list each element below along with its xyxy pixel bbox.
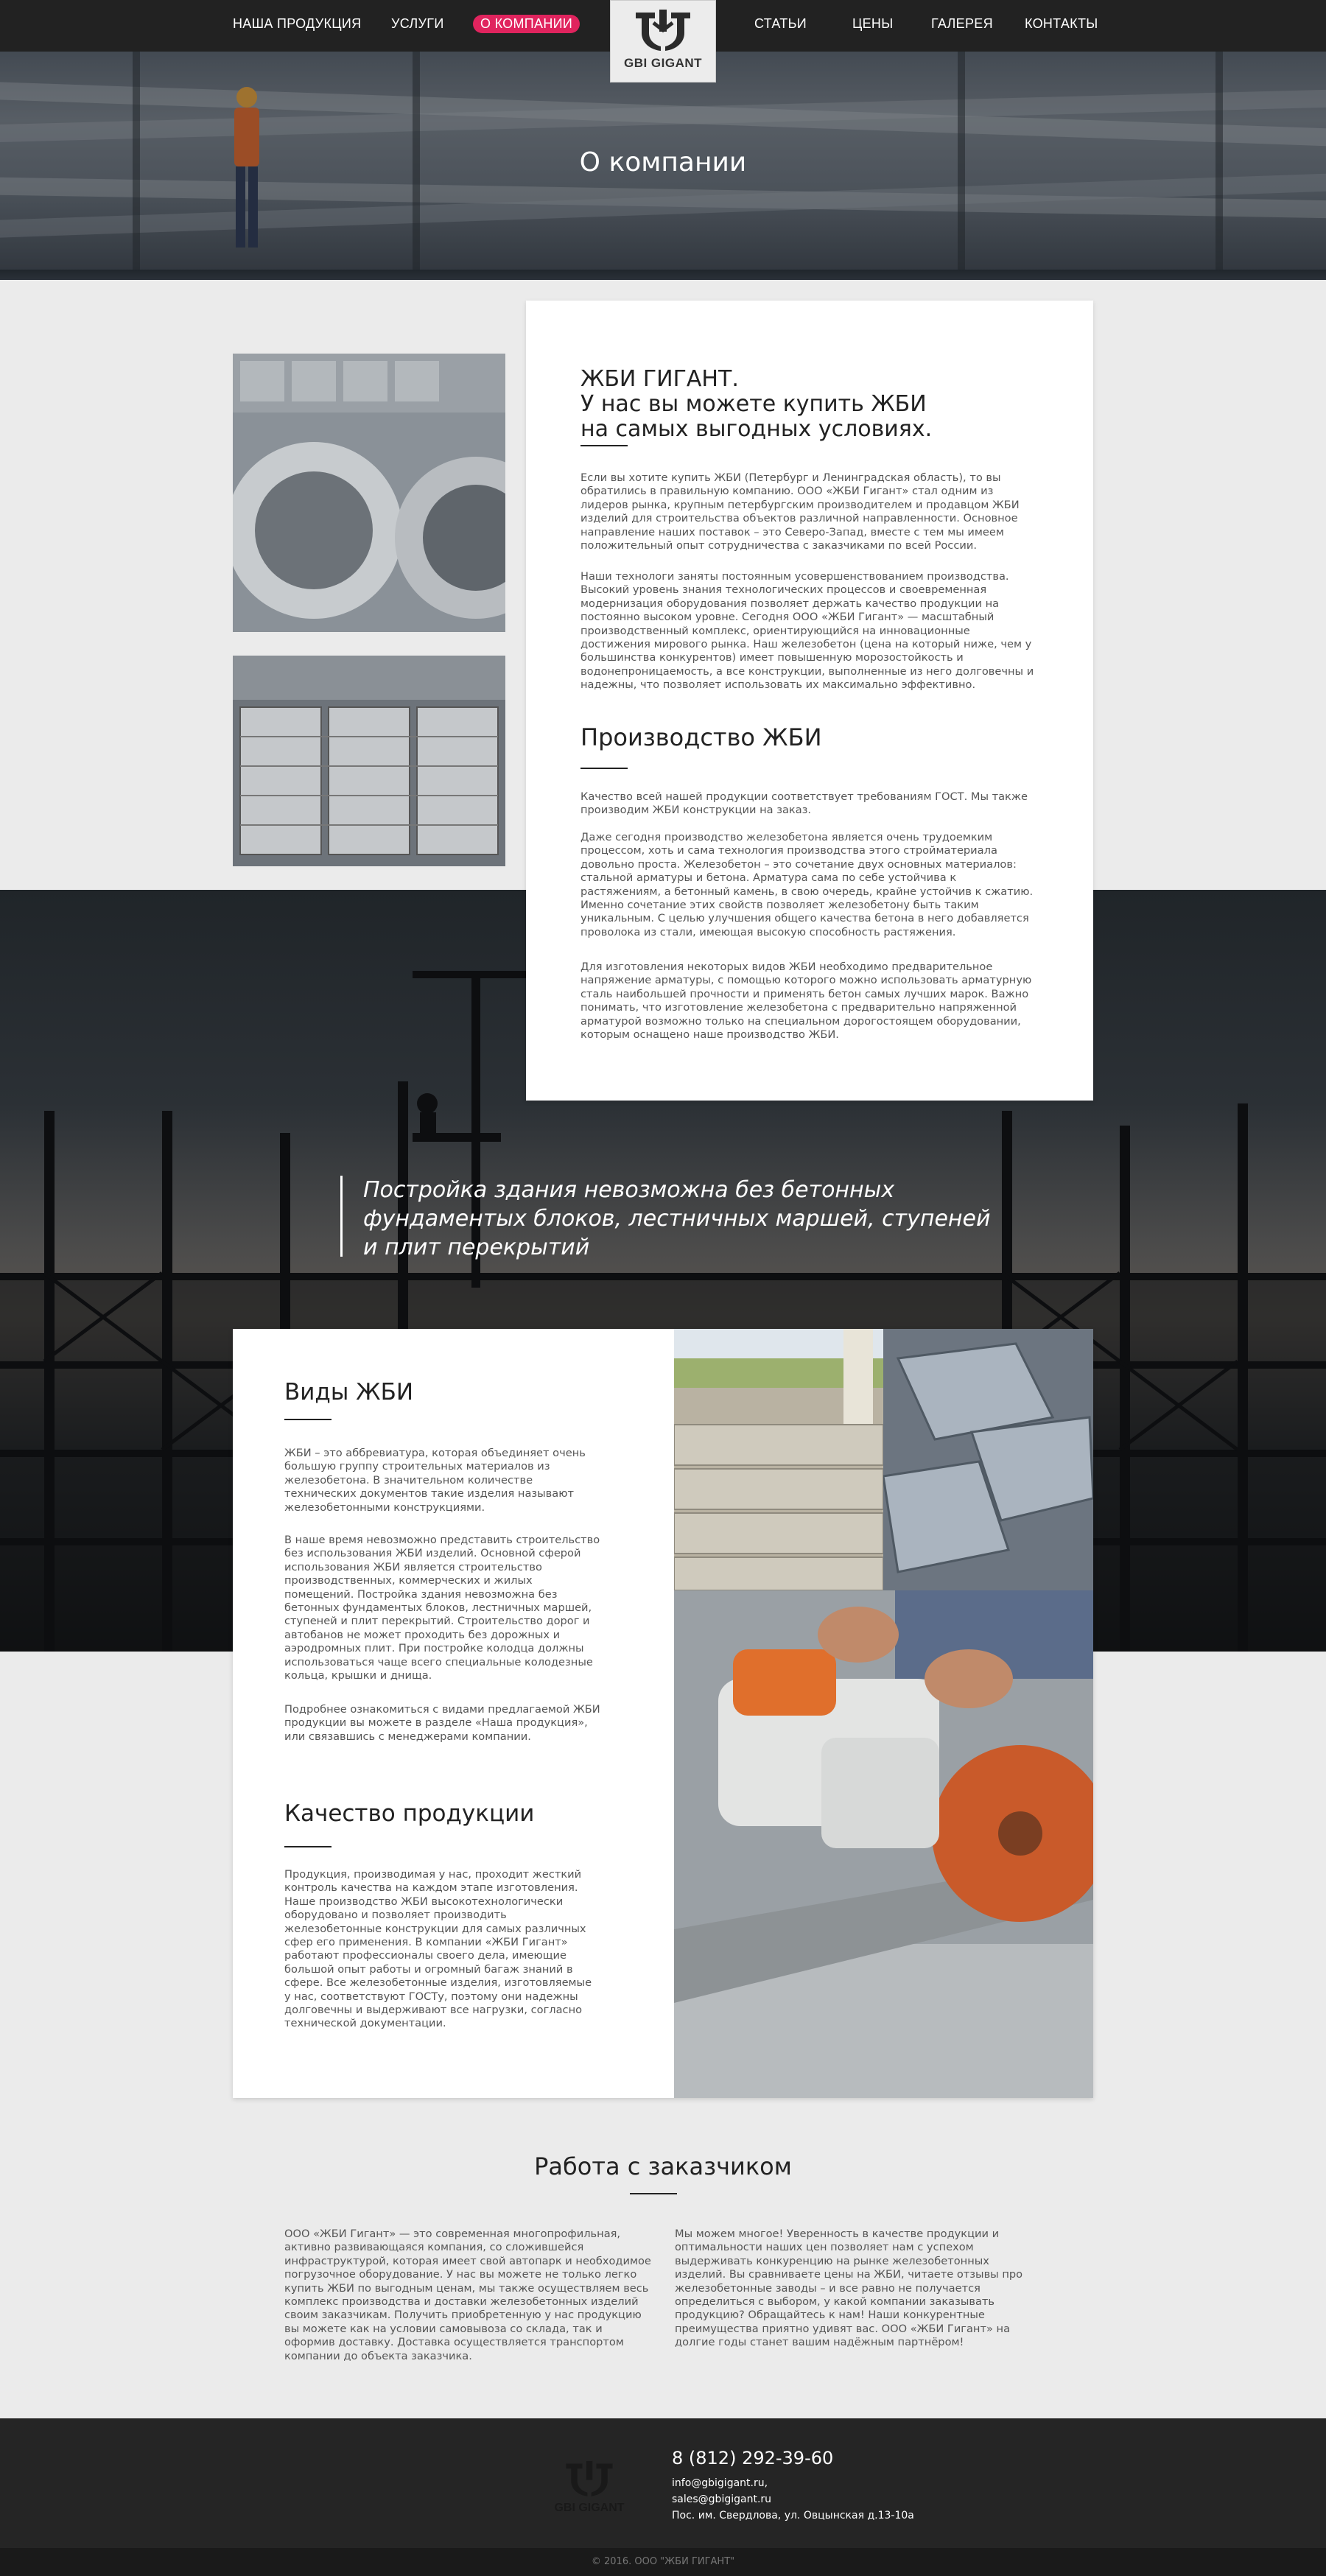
heading-underline [580, 445, 628, 446]
production-paragraph: Для изготовления некоторых видов ЖБИ нео… [580, 961, 1032, 1042]
quote-line: фундаментых блоков, лестничных маршей, с… [363, 1206, 991, 1232]
hero-banner: О компании [0, 52, 1326, 280]
types-paragraph: В наше время невозможно представить стро… [284, 1534, 600, 1682]
quality-heading: Качество продукции [284, 1800, 535, 1827]
concrete-slabs-photo [674, 1329, 883, 1590]
nav-item-gallery[interactable]: ГАЛЕРЕЯ [931, 16, 993, 32]
quality-paragraph: Продукция, производимая у нас, проходит … [284, 1868, 592, 2030]
footer-email-info[interactable]: info@gbigigant.ru, [672, 2477, 768, 2489]
quote-line: Постройка здания невозможна без бетонных [363, 1177, 895, 1203]
about-heading-line: ЖБИ ГИГАНТ. [580, 366, 739, 392]
nav-item-contacts[interactable]: КОНТАКТЫ [1025, 16, 1098, 32]
heading-underline [284, 1846, 332, 1847]
logo-mark-icon [566, 2460, 613, 2496]
types-section: Виды ЖБИ ЖБИ – это аббревиатура, которая… [233, 1329, 1093, 2098]
copyright: © 2016. ООО "ЖБИ ГИГАНТ" [0, 2548, 1326, 2576]
pull-quote: Постройка здания невозможна без бетонных… [340, 1176, 1003, 1260]
types-paragraph: ЖБИ – это аббревиатура, которая объединя… [284, 1447, 586, 1514]
customer-paragraph-right: Мы можем многое! Уверенность в качестве … [675, 2228, 1023, 2349]
page-title: О компании [579, 147, 747, 178]
site-logo[interactable]: GBI GIGANT [610, 0, 716, 83]
footer-address: Пос. им. Свердлова, ул. Овцынская д.13-1… [672, 2510, 914, 2521]
about-heading-line: У нас вы можете купить ЖБИ [580, 391, 927, 417]
nav-item-products[interactable]: НАША ПРОДУКЦИЯ [233, 16, 361, 32]
heading-underline [580, 768, 628, 769]
types-heading: Виды ЖБИ [284, 1379, 414, 1405]
customer-paragraph-left: ООО «ЖБИ Гигант» — это современная много… [284, 2228, 651, 2362]
footer-logo: GBI GIGANT [547, 2460, 632, 2515]
concrete-blocks-photo [233, 656, 505, 866]
footer-phone[interactable]: 8 (812) 292-39-60 [672, 2448, 833, 2468]
footer: GBI GIGANT 8 (812) 292-39-60 info@gbigig… [0, 2418, 1326, 2548]
production-heading: Производство ЖБИ [580, 723, 822, 751]
heading-underline [630, 2193, 677, 2194]
footer-email-sales[interactable]: sales@gbigigant.ru [672, 2493, 771, 2505]
customer-heading: Работа с заказчиком [534, 2152, 792, 2180]
about-heading-line: на самых выгодных условиях. [580, 416, 933, 442]
production-paragraph: Даже сегодня производство железобетона я… [580, 831, 1034, 938]
logo-text: GBI GIGANT [623, 56, 703, 70]
logo-mark-icon [636, 10, 690, 51]
concrete-saw-photo [674, 1590, 1093, 2098]
heading-underline [284, 1419, 332, 1420]
about-paragraph: Наши технологи заняты постоянным усоверш… [580, 570, 1034, 692]
about-card: ЖБИ ГИГАНТ. У нас вы можете купить ЖБИ н… [526, 301, 1093, 1101]
footer-logo-text: GBI GIGANT [554, 2502, 625, 2514]
concrete-plates-photo [883, 1329, 1093, 1590]
nav-item-articles[interactable]: СТАТЬИ [754, 16, 807, 32]
quote-line: и плит перекрытий [363, 1235, 590, 1260]
about-paragraph: Если вы хотите купить ЖБИ (Петербург и Л… [580, 471, 1020, 552]
nav-item-prices[interactable]: ЦЕНЫ [852, 16, 893, 32]
production-paragraph: Качество всей нашей продукции соответств… [580, 790, 1028, 817]
types-paragraph: Подробнее ознакомиться с видами предлага… [284, 1703, 600, 1743]
concrete-pipes-photo [233, 354, 505, 632]
nav-item-services[interactable]: УСЛУГИ [391, 16, 444, 32]
about-heading: ЖБИ ГИГАНТ. У нас вы можете купить ЖБИ н… [580, 367, 932, 442]
nav-item-about[interactable]: О КОМПАНИИ [473, 15, 580, 33]
